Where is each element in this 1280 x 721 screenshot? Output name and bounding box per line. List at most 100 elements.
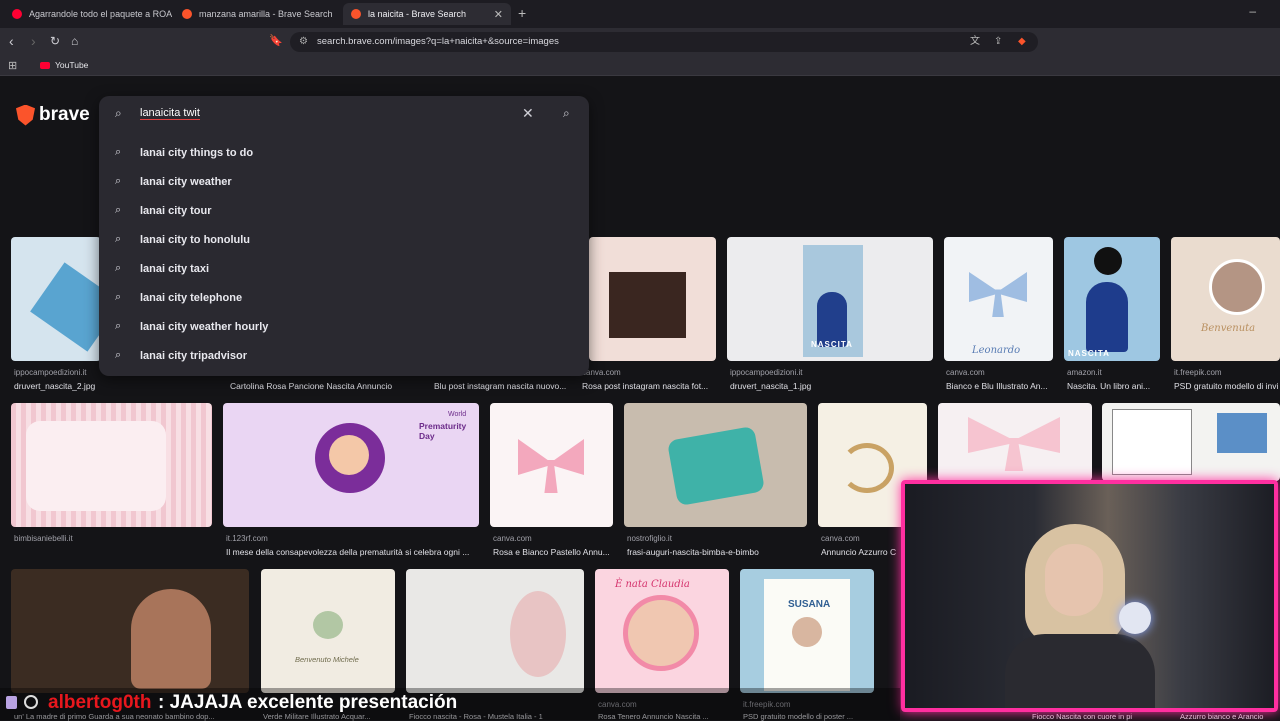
search-icon: ⌕: [115, 175, 122, 187]
pacifier-illustration: [313, 611, 343, 639]
tab-manzana-amarilla[interactable]: manzana amarilla - Brave Search: [174, 3, 342, 25]
suggestion-item[interactable]: ⌕ lanai city weather: [99, 167, 589, 196]
bookmark-icon[interactable]: 🔖: [269, 34, 283, 47]
suggestion-item[interactable]: ⌕ lanai city to honolulu: [99, 225, 589, 254]
suggestion-text: lanai city things to do: [140, 146, 254, 159]
minimize-window-button[interactable]: –: [1249, 4, 1256, 18]
result-image[interactable]: [406, 569, 584, 693]
result-image[interactable]: World Prematurity Day: [223, 403, 479, 527]
result-title[interactable]: Bianco e Blu Illustrato An...: [946, 381, 1056, 391]
result-image[interactable]: [938, 403, 1092, 481]
clear-search-icon[interactable]: ✕: [522, 105, 534, 122]
search-input[interactable]: lanaicita twit: [140, 107, 200, 120]
image-caption-text: È nata Claudia: [615, 579, 690, 590]
tab-title: la naicita - Brave Search: [368, 9, 467, 19]
result-title[interactable]: druvert_nascita_1.jpg: [730, 381, 930, 391]
image-caption-text: NASCITA: [1068, 349, 1110, 358]
result-image[interactable]: [11, 237, 101, 361]
share-icon[interactable]: ⇪: [994, 32, 1002, 52]
youtube-favicon-icon: [12, 9, 22, 19]
card-frame: [26, 421, 166, 511]
result-title[interactable]: Rosa e Bianco Pastello Annu...: [493, 547, 619, 557]
result-image[interactable]: NASCITA: [727, 237, 933, 361]
new-tab-button[interactable]: +: [518, 5, 526, 21]
suggestion-item[interactable]: ⌕ lanai city taxi: [99, 254, 589, 283]
address-bar[interactable]: ⚙ search.brave.com/images?q=la+naicita+&…: [290, 32, 1038, 52]
result-source[interactable]: amazon.it: [1067, 368, 1102, 377]
bookmarks-bar: ⊞ YouTube: [0, 56, 1280, 76]
result-image[interactable]: Benvenuta: [1171, 237, 1280, 361]
result-image[interactable]: SUSANA: [740, 569, 874, 693]
result-title[interactable]: Rosa post instagram nascita fot...: [582, 381, 717, 391]
result-source[interactable]: it.123rf.com: [226, 534, 268, 543]
result-image[interactable]: NASCITA: [1064, 237, 1160, 361]
result-image[interactable]: [490, 403, 613, 527]
result-image[interactable]: [1102, 403, 1280, 481]
suggestion-item[interactable]: ⌕ lanai city tour: [99, 196, 589, 225]
result-title[interactable]: Il mese della consapevolezza della prema…: [226, 547, 488, 557]
result-image[interactable]: Leonardo: [944, 237, 1053, 361]
result-source[interactable]: it.freepik.com: [1174, 368, 1222, 377]
image-caption-text: SUSANA: [788, 599, 831, 610]
result-source[interactable]: ippocampoedizioni.it: [730, 368, 803, 377]
result-title[interactable]: Nascita. Un libro ani...: [1067, 381, 1165, 391]
apps-grid-icon[interactable]: ⊞: [8, 59, 17, 72]
result-image[interactable]: È nata Claudia: [595, 569, 729, 693]
image-caption-text: Benvenuto Michele: [295, 655, 359, 664]
result-source[interactable]: nostrofiglio.it: [627, 534, 672, 543]
home-icon[interactable]: ⌂: [71, 34, 78, 48]
image-caption-text: Benvenuta: [1201, 323, 1256, 334]
reload-icon[interactable]: ↻: [50, 34, 60, 48]
result-source[interactable]: canva.com: [493, 534, 532, 543]
newborn-photo: [623, 595, 699, 671]
result-source[interactable]: canva.com: [821, 534, 860, 543]
brave-favicon-icon: [182, 9, 192, 19]
suggestion-text: lanai city to honolulu: [140, 233, 250, 246]
bookmark-youtube[interactable]: YouTube: [40, 60, 88, 70]
coloring-page-illustration: [1112, 409, 1192, 475]
streamer-webcam-overlay: [901, 480, 1278, 712]
chat-username: albertog0th: [48, 692, 152, 713]
site-settings-icon[interactable]: ⚙: [299, 32, 308, 52]
result-title[interactable]: frasi-auguri-nascita-bimba-e-bimbo: [627, 547, 807, 557]
pink-balloon-photo: [510, 591, 566, 677]
result-source[interactable]: bimbisaniebelli.it: [14, 534, 73, 543]
result-title[interactable]: PSD gratuito modello di invi: [1174, 381, 1280, 391]
back-icon[interactable]: ‹: [9, 33, 14, 49]
result-image[interactable]: Benvenuto Michele: [261, 569, 395, 693]
search-icon: ⌕: [115, 146, 122, 158]
suggestion-item[interactable]: ⌕ lanai city things to do: [99, 138, 589, 167]
moon-illustration: [840, 443, 894, 493]
suggestion-text: lanai city weather: [140, 175, 232, 188]
result-image[interactable]: [11, 569, 249, 693]
suggestion-item[interactable]: ⌕ lanai city tripadvisor: [99, 341, 589, 370]
result-source[interactable]: ippocampoedizioni.it: [14, 368, 87, 377]
result-image[interactable]: [624, 403, 807, 527]
search-icon: ⌕: [115, 204, 122, 216]
result-source[interactable]: canva.com: [946, 368, 985, 377]
brave-logo[interactable]: brave: [16, 104, 90, 126]
result-image[interactable]: [589, 237, 716, 361]
brave-shields-icon[interactable]: ◆: [1018, 32, 1026, 52]
streamer-shirt: [1005, 634, 1155, 708]
baby-photo: [792, 617, 822, 647]
tab-youtube-video[interactable]: Agarrandole todo el paquete a ROA: [4, 3, 172, 25]
result-title[interactable]: Cartolina Rosa Pancione Nascita Annuncio: [230, 381, 430, 391]
tab-la-naicita[interactable]: la naicita - Brave Search ✕: [343, 3, 511, 25]
suggestion-text: lanai city telephone: [140, 291, 243, 304]
badge-icon: [24, 695, 38, 709]
suggestion-item[interactable]: ⌕ lanai city weather hourly: [99, 312, 589, 341]
tab-bar: Agarrandole todo el paquete a ROA manzan…: [0, 0, 1280, 28]
browser-toolbar: ‹ › ↻ ⌂ 🔖 ⚙ search.brave.com/images?q=la…: [0, 28, 1280, 56]
close-tab-icon[interactable]: ✕: [494, 8, 503, 21]
suggestion-item[interactable]: ⌕ lanai city telephone: [99, 283, 589, 312]
result-title[interactable]: druvert_nascita_2.jpg: [14, 381, 109, 391]
bookmark-label: YouTube: [55, 60, 89, 70]
forward-icon[interactable]: ›: [31, 33, 36, 49]
result-image[interactable]: [11, 403, 212, 527]
brand-name: brave: [39, 104, 90, 125]
result-title[interactable]: Blu post instagram nascita nuovo...: [434, 381, 574, 391]
submit-search-icon[interactable]: ⌕: [563, 106, 570, 121]
result-title[interactable]: Annuncio Azzurro C: [821, 547, 901, 557]
translate-icon[interactable]: 文: [970, 32, 980, 52]
